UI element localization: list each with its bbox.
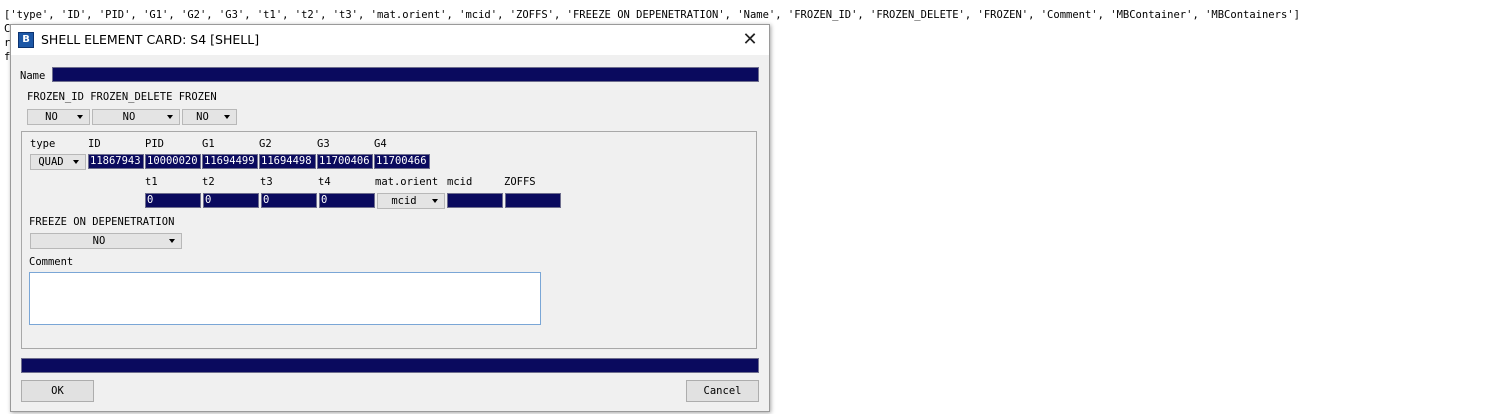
name-label: Name (20, 70, 46, 82)
zoffs-input[interactable] (505, 193, 561, 208)
t4-header: t4 (318, 176, 331, 188)
mcid-input[interactable] (447, 193, 503, 208)
name-input[interactable] (52, 67, 759, 82)
close-icon[interactable]: ✕ (739, 29, 761, 51)
type-select[interactable]: QUAD (30, 154, 86, 170)
g4-header: G4 (374, 138, 387, 150)
frozen-id-select[interactable]: NO (27, 109, 90, 125)
chevron-down-icon (73, 160, 79, 164)
t1-header: t1 (145, 176, 158, 188)
g3-input[interactable]: 11700406 (317, 154, 373, 169)
freeze-select[interactable]: NO (30, 233, 182, 249)
id-header: ID (88, 138, 101, 150)
g4-input[interactable]: 11700466 (374, 154, 430, 169)
g3-header: G3 (317, 138, 330, 150)
g1-header: G1 (202, 138, 215, 150)
t3-header: t3 (260, 176, 273, 188)
frozen-delete-value: NO (122, 111, 136, 123)
shell-element-card-dialog: B SHELL ELEMENT CARD: S4 [SHELL] ✕ Name … (10, 24, 770, 412)
element-properties-group: type ID PID G1 G2 G3 G4 QUAD 11867943 10… (21, 131, 757, 349)
chevron-down-icon (224, 115, 230, 119)
console-output-line: ['type', 'ID', 'PID', 'G1', 'G2', 'G3', … (4, 9, 1300, 21)
chevron-down-icon (169, 239, 175, 243)
comment-textarea[interactable] (29, 272, 541, 325)
status-field[interactable] (21, 358, 759, 373)
frozen-delete-select[interactable]: NO (92, 109, 180, 125)
freeze-label: FREEZE ON DEPENETRATION (29, 216, 175, 228)
chevron-down-icon (432, 199, 438, 203)
zoffs-header: ZOFFS (504, 176, 536, 188)
mat-orient-header: mat.orient (375, 176, 439, 188)
comment-label: Comment (29, 256, 74, 268)
id-input[interactable]: 11867943 (88, 154, 144, 169)
freeze-value: NO (92, 235, 106, 247)
chevron-down-icon (77, 115, 83, 119)
type-header: type (30, 138, 56, 150)
t2-input[interactable]: 0 (203, 193, 259, 208)
ok-button[interactable]: OK (21, 380, 94, 402)
chevron-down-icon (167, 115, 173, 119)
mcid-header: mcid (447, 176, 473, 188)
type-value: QUAD (38, 156, 64, 168)
dialog-title: SHELL ELEMENT CARD: S4 [SHELL] (41, 32, 260, 47)
t1-input[interactable]: 0 (145, 193, 201, 208)
mat-orient-value: mcid (391, 195, 417, 207)
dialog-titlebar[interactable]: B SHELL ELEMENT CARD: S4 [SHELL] ✕ (11, 25, 769, 55)
app-icon: B (18, 32, 34, 48)
frozen-header-label: FROZEN_ID FROZEN_DELETE FROZEN (27, 91, 217, 103)
frozen-value: NO (196, 111, 209, 123)
frozen-id-value: NO (45, 111, 58, 123)
g1-input[interactable]: 11694499 (202, 154, 258, 169)
mat-orient-select[interactable]: mcid (377, 193, 445, 209)
t2-header: t2 (202, 176, 215, 188)
pid-input[interactable]: 10000020 (145, 154, 201, 169)
pid-header: PID (145, 138, 164, 150)
t4-input[interactable]: 0 (319, 193, 375, 208)
g2-header: G2 (259, 138, 272, 150)
cancel-button[interactable]: Cancel (686, 380, 759, 402)
t3-input[interactable]: 0 (261, 193, 317, 208)
frozen-select[interactable]: NO (182, 109, 237, 125)
g2-input[interactable]: 11694498 (259, 154, 316, 169)
